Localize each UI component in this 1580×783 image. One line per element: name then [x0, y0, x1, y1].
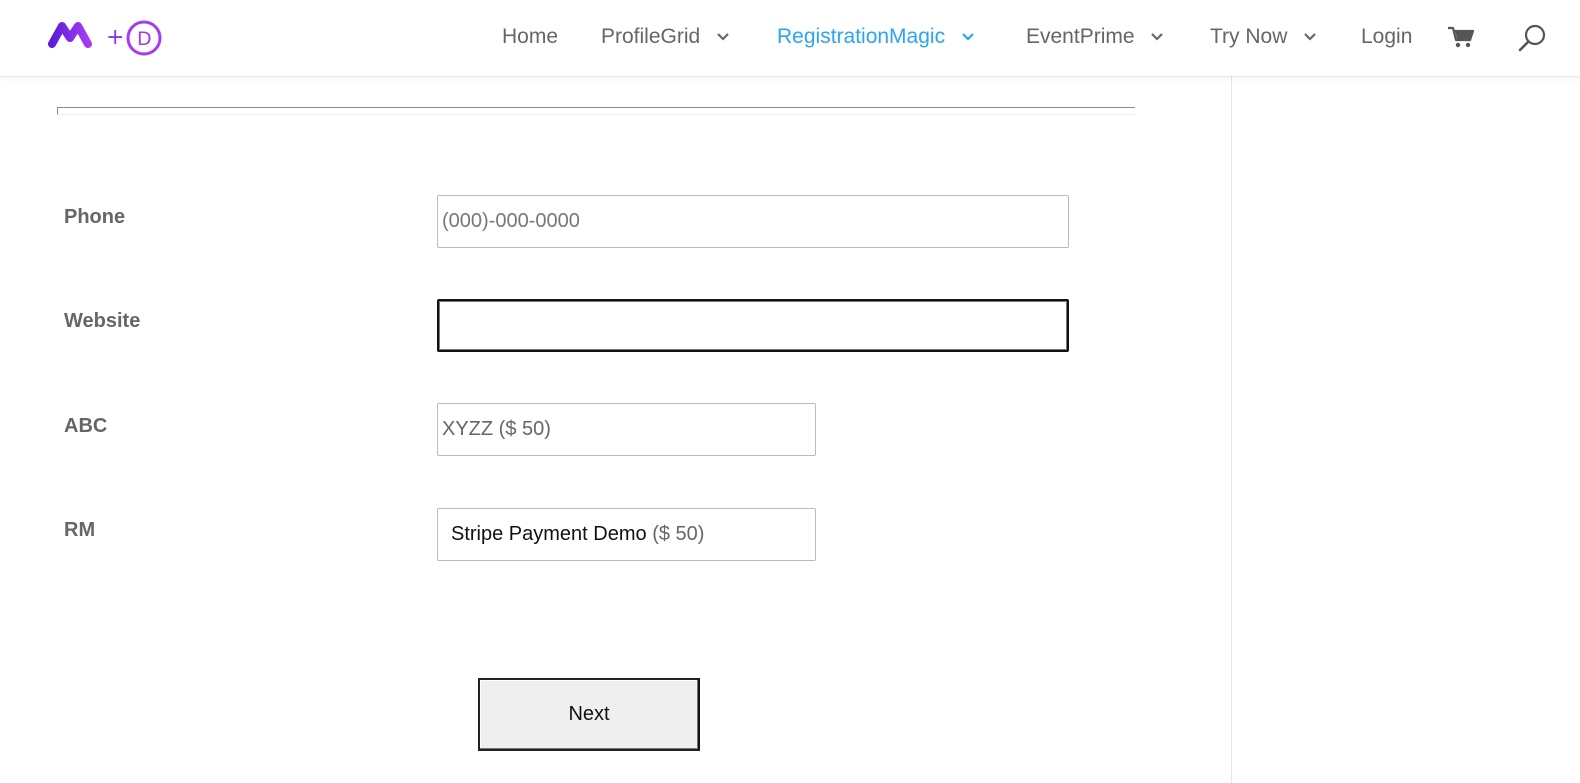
rm-selected-value: Stripe Payment Demo ($ 50)	[451, 509, 704, 560]
sidebar-divider	[1231, 76, 1232, 783]
nav-label: Home	[502, 25, 559, 48]
chevron-down-icon	[717, 33, 729, 42]
chevron-down-icon	[1151, 33, 1164, 42]
cart-icon[interactable]	[1447, 25, 1475, 49]
rm-selected-name: Stripe Payment Demo	[451, 523, 647, 545]
nav-item-profilegrid[interactable]: ProfileGrid	[601, 22, 730, 52]
website-label: Website	[64, 310, 141, 332]
nav-item-eventprime[interactable]: EventPrime	[1026, 22, 1164, 52]
rm-label: RM	[64, 519, 96, 541]
nav-item-registrationmagic[interactable]: RegistrationMagic	[777, 22, 975, 52]
chevron-down-icon	[1304, 33, 1317, 42]
rm-selected-price: ($ 50)	[652, 523, 705, 545]
nav-item-login[interactable]: Login	[1361, 22, 1412, 52]
nav-label: Try Now	[1210, 25, 1288, 48]
abc-selected-value: XYZZ ($ 50)	[442, 418, 551, 440]
next-button[interactable]: Next	[478, 678, 700, 751]
abc-select[interactable]: XYZZ ($ 50)	[437, 403, 816, 456]
main-nav: Home ProfileGrid RegistrationMagic Event…	[0, 0, 1580, 76]
rm-select[interactable]: Stripe Payment Demo ($ 50)	[437, 508, 816, 561]
nav-label: ProfileGrid	[601, 25, 701, 48]
abc-label: ABC	[64, 415, 108, 437]
chevron-down-icon	[962, 33, 974, 42]
site-header: + D Home ProfileGrid RegistrationMagic E…	[0, 0, 1580, 76]
nav-item-home[interactable]: Home	[502, 22, 558, 52]
nav-label: RegistrationMagic	[777, 25, 946, 48]
phone-input[interactable]	[437, 195, 1069, 248]
website-input[interactable]	[437, 299, 1069, 352]
form-top-separator	[57, 107, 1135, 115]
nav-label: EventPrime	[1026, 25, 1135, 48]
nav-item-try-now[interactable]: Try Now	[1210, 22, 1317, 52]
search-icon[interactable]	[1517, 23, 1547, 53]
nav-label: Login	[1361, 25, 1413, 48]
phone-label: Phone	[64, 206, 126, 228]
